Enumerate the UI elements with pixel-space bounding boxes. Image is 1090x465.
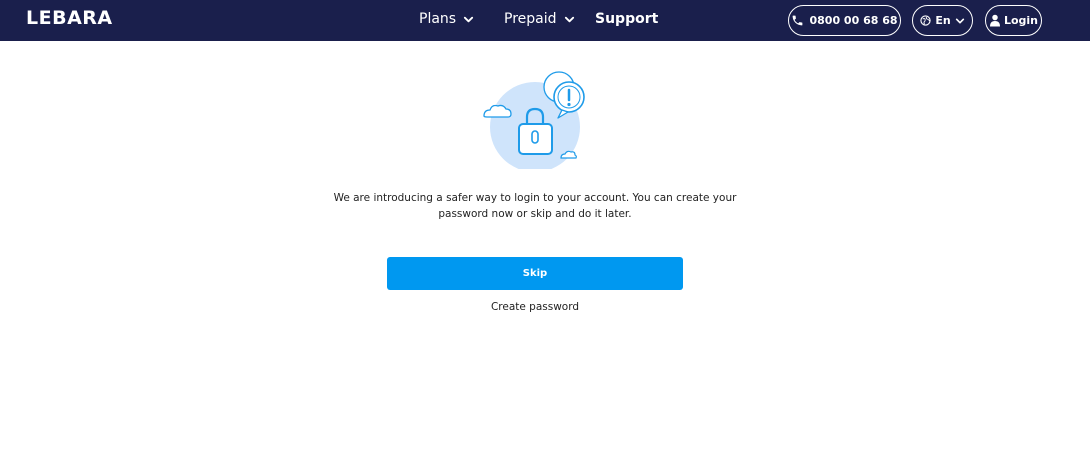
nav-support[interactable]: Support bbox=[595, 11, 658, 27]
lock-notification-illustration bbox=[483, 71, 585, 169]
nav-prepaid[interactable]: Prepaid bbox=[504, 11, 575, 27]
chevron-down-icon bbox=[955, 18, 964, 23]
top-navbar: LEBARA Plans Prepaid Support 0800 00 68 … bbox=[0, 0, 1090, 41]
phone-number: 0800 00 68 68 bbox=[809, 14, 898, 27]
skip-button[interactable]: Skip bbox=[387, 257, 683, 290]
lebara-logo[interactable]: LEBARA bbox=[26, 7, 113, 29]
nav-prepaid-label: Prepaid bbox=[504, 11, 557, 27]
phone-button[interactable]: 0800 00 68 68 bbox=[788, 5, 901, 36]
create-password-link[interactable]: Create password bbox=[435, 301, 635, 313]
login-label: Login bbox=[1003, 14, 1039, 27]
chevron-down-icon bbox=[463, 16, 474, 22]
user-icon bbox=[989, 14, 1000, 27]
chevron-down-icon bbox=[564, 16, 574, 22]
globe-icon bbox=[920, 15, 931, 26]
nav-support-label: Support bbox=[595, 11, 659, 27]
login-info-message: We are introducing a safer way to login … bbox=[333, 192, 737, 220]
login-button[interactable]: Login bbox=[985, 5, 1042, 36]
language-label: En bbox=[935, 14, 951, 27]
main-content: We are introducing a safer way to login … bbox=[0, 41, 1090, 465]
nav-plans-label: Plans bbox=[419, 11, 457, 27]
language-selector[interactable]: En bbox=[912, 5, 973, 36]
phone-icon bbox=[793, 15, 803, 26]
nav-plans[interactable]: Plans bbox=[419, 11, 474, 27]
